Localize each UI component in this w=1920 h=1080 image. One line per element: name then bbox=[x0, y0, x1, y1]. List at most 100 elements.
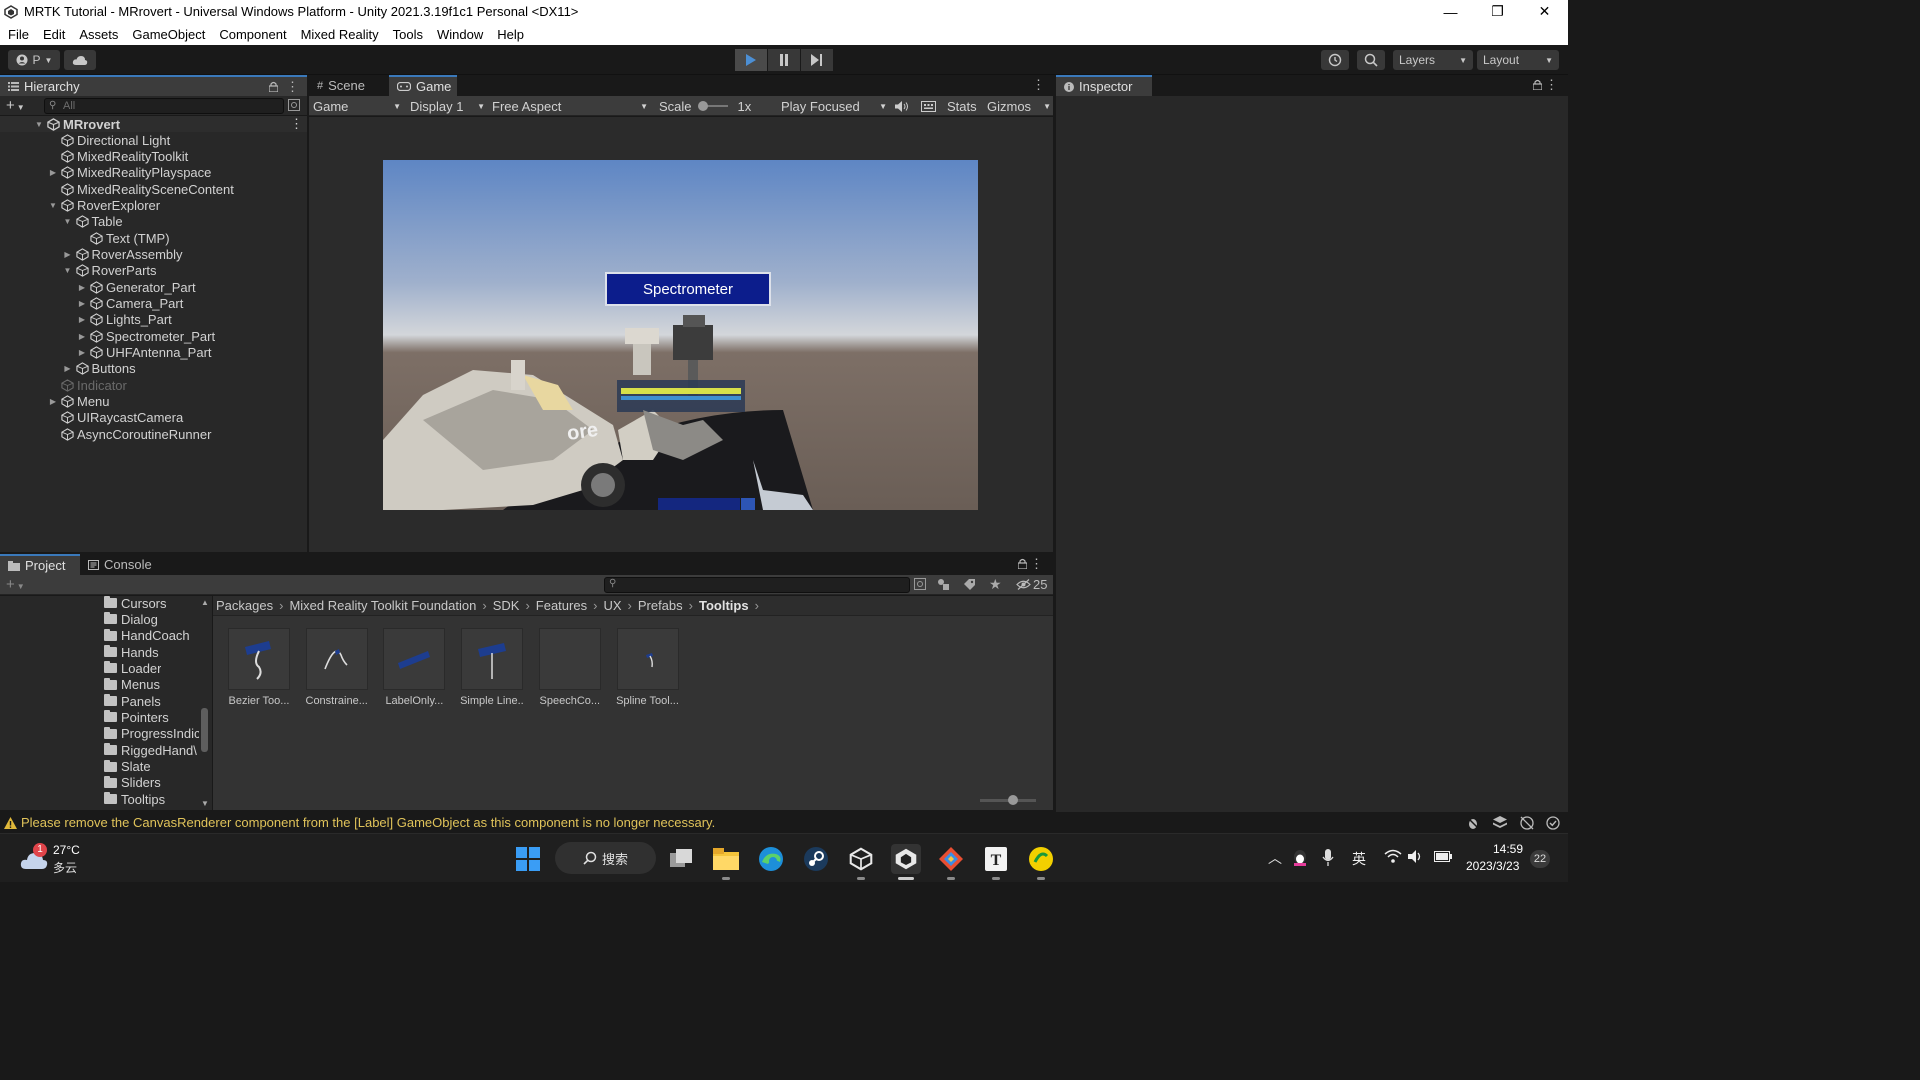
taskbar-search-button[interactable]: 搜索 bbox=[555, 842, 656, 874]
hierarchy-search-input[interactable]: ⚲ All bbox=[44, 98, 284, 114]
hierarchy-item[interactable]: ▶ RoverAssembly bbox=[62, 246, 182, 262]
notification-count-badge[interactable]: 22 bbox=[1530, 850, 1550, 868]
lock-icon[interactable] bbox=[269, 81, 278, 92]
tab-inspector[interactable]: Inspector bbox=[1056, 75, 1152, 96]
project-folder-item[interactable]: Cursors bbox=[104, 595, 167, 611]
gizmos-dropdown[interactable]: Gizmos ▼ bbox=[987, 96, 1051, 116]
stats-button[interactable]: Stats bbox=[947, 96, 977, 116]
scroll-up-icon[interactable]: ▲ bbox=[201, 598, 209, 607]
step-button[interactable] bbox=[801, 49, 833, 71]
restore-button[interactable]: ❐ bbox=[1474, 0, 1521, 23]
display-dropdown[interactable]: Display 1 ▼ bbox=[410, 96, 485, 116]
expand-arrow-icon[interactable]: ▶ bbox=[76, 332, 88, 341]
taskbar-steam[interactable] bbox=[801, 844, 831, 874]
prefab-asset[interactable]: Bezier Too... bbox=[227, 628, 291, 707]
icon-size-slider[interactable] bbox=[980, 795, 1036, 805]
expand-arrow-icon[interactable]: ▶ bbox=[76, 315, 88, 324]
play-button[interactable] bbox=[735, 49, 767, 71]
tab-hierarchy[interactable]: Hierarchy ⋮ bbox=[0, 75, 307, 96]
breadcrumb-item[interactable]: SDK bbox=[493, 598, 520, 613]
more-options-icon[interactable]: ⋮ bbox=[286, 79, 299, 95]
taskbar-git-app[interactable] bbox=[936, 844, 966, 880]
shortcuts-button[interactable] bbox=[921, 96, 936, 116]
history-button[interactable] bbox=[1321, 50, 1349, 70]
hierarchy-item[interactable]: ▶ UHFAntenna_Part bbox=[76, 345, 212, 361]
project-folder-item[interactable]: Loader bbox=[104, 660, 161, 676]
prefab-asset[interactable]: SpeechCo... bbox=[538, 628, 602, 707]
hierarchy-item[interactable]: MixedRealitySceneContent bbox=[47, 181, 234, 197]
show-hidden-icons-chevron[interactable]: ︿ bbox=[1268, 848, 1282, 868]
tab-console[interactable]: Console bbox=[80, 554, 160, 575]
project-folder-item[interactable]: Pointers bbox=[104, 709, 169, 725]
tray-app-icon[interactable] bbox=[1292, 849, 1308, 867]
prefab-asset[interactable]: LabelOnly... bbox=[382, 628, 446, 707]
ime-indicator[interactable]: 英 bbox=[1352, 849, 1366, 869]
scale-slider-handle[interactable] bbox=[697, 101, 708, 111]
scroll-down-icon[interactable]: ▼ bbox=[201, 799, 209, 808]
weather-widget[interactable]: 1 27°C 多云 bbox=[18, 840, 98, 878]
expand-arrow-icon[interactable]: ▶ bbox=[76, 299, 88, 308]
scrollbar-thumb[interactable] bbox=[201, 708, 208, 752]
lock-icon[interactable] bbox=[1533, 79, 1542, 90]
collapse-arrow-icon[interactable]: ▼ bbox=[47, 201, 59, 210]
hierarchy-item[interactable]: Text (TMP) bbox=[76, 230, 170, 246]
hierarchy-item[interactable]: ▶ MixedRealityPlayspace bbox=[47, 165, 211, 181]
hierarchy-item[interactable]: ▼ Table bbox=[62, 214, 123, 230]
breadcrumb-item[interactable]: UX bbox=[603, 598, 621, 613]
expand-arrow-icon[interactable]: ▶ bbox=[62, 250, 74, 259]
expand-arrow-icon[interactable]: ▶ bbox=[62, 364, 74, 373]
breadcrumb-item[interactable]: Features bbox=[536, 598, 587, 613]
lock-icon[interactable] bbox=[1018, 558, 1027, 569]
tab-scene[interactable]: # Scene bbox=[309, 75, 389, 96]
project-folder-item[interactable]: Dialog bbox=[104, 611, 158, 627]
hierarchy-item[interactable]: ▶ Generator_Part bbox=[76, 279, 196, 295]
icon-size-slider-handle[interactable] bbox=[1008, 795, 1018, 805]
play-focused-dropdown[interactable]: Play Focused ▼ bbox=[781, 96, 887, 116]
hierarchy-item[interactable]: MixedRealityToolkit bbox=[47, 148, 188, 164]
project-search-input[interactable]: ⚲ bbox=[604, 577, 910, 593]
task-view-button[interactable] bbox=[667, 844, 697, 874]
more-options-icon[interactable]: ⋮ bbox=[1545, 77, 1558, 93]
game-mode-dropdown[interactable]: Game ▼ bbox=[313, 96, 401, 116]
taskbar-typora[interactable]: T bbox=[981, 844, 1011, 880]
microphone-icon[interactable] bbox=[1322, 849, 1334, 867]
label-tag-icon[interactable] bbox=[963, 578, 976, 591]
project-folder-item[interactable]: Slate bbox=[104, 759, 151, 775]
menu-help[interactable]: Help bbox=[492, 27, 529, 42]
project-folder-item[interactable]: HandCoach bbox=[104, 628, 190, 644]
hidden-packages-toggle[interactable]: 25 bbox=[1016, 577, 1047, 592]
menu-gameobject[interactable]: GameObject bbox=[127, 27, 210, 42]
hierarchy-item[interactable]: Indicator bbox=[47, 377, 127, 393]
expand-arrow-icon[interactable]: ▶ bbox=[47, 397, 59, 406]
hierarchy-item[interactable]: ▶ Camera_Part bbox=[76, 296, 183, 312]
hierarchy-item[interactable]: ▼ RoverParts bbox=[62, 263, 157, 279]
menu-edit[interactable]: Edit bbox=[38, 27, 70, 42]
battery-icon[interactable] bbox=[1434, 851, 1452, 862]
breadcrumb-item[interactable]: Prefabs bbox=[638, 598, 683, 613]
hierarchy-item[interactable]: UIRaycastCamera bbox=[47, 410, 183, 426]
more-options-icon[interactable]: ⋮ bbox=[1030, 556, 1043, 572]
tab-game[interactable]: Game bbox=[389, 75, 457, 96]
more-options-icon[interactable]: ⋮ bbox=[290, 116, 303, 132]
clock-date[interactable]: 2023/3/23 bbox=[1466, 859, 1519, 873]
debug-bug-icon[interactable] bbox=[1466, 816, 1480, 830]
expand-arrow-icon[interactable]: ▶ bbox=[76, 283, 88, 292]
minimize-button[interactable]: — bbox=[1427, 0, 1474, 23]
check-circle-icon[interactable] bbox=[1546, 816, 1560, 830]
breadcrumb-item[interactable]: Tooltips bbox=[699, 598, 749, 613]
cloud-button[interactable] bbox=[64, 50, 96, 70]
taskbar-unity-editor[interactable] bbox=[891, 844, 921, 880]
hierarchy-item[interactable]: ▶ Buttons bbox=[62, 361, 135, 377]
menu-assets[interactable]: Assets bbox=[74, 27, 123, 42]
folder-tree-scrollbar[interactable]: ▲ ▼ bbox=[199, 598, 211, 808]
prefab-asset[interactable]: Simple Line... bbox=[460, 628, 524, 707]
search-options-icon[interactable] bbox=[288, 99, 300, 111]
hierarchy-item[interactable]: Directional Light bbox=[47, 132, 170, 148]
layout-dropdown[interactable]: Layout ▼ bbox=[1477, 50, 1559, 70]
collapse-arrow-icon[interactable]: ▼ bbox=[62, 266, 74, 275]
taskbar-yellow-app[interactable] bbox=[1026, 844, 1056, 880]
menu-window[interactable]: Window bbox=[432, 27, 488, 42]
add-object-button[interactable]: + ▼ bbox=[6, 97, 25, 114]
search-by-type-icon[interactable] bbox=[914, 578, 926, 590]
taskbar-edge[interactable] bbox=[756, 844, 786, 874]
